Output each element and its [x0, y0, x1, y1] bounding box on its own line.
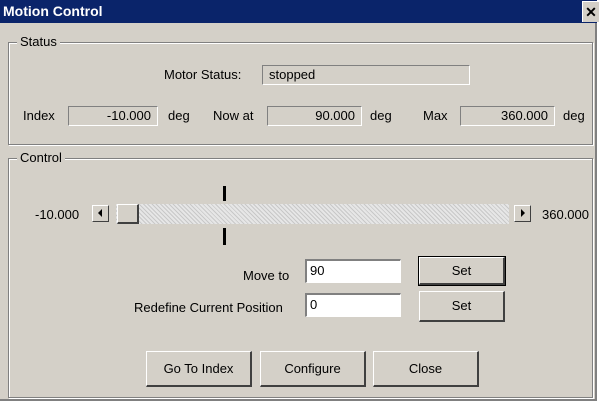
- scroll-left-arrow-icon: [98, 209, 102, 217]
- close-button[interactable]: Close: [373, 351, 479, 387]
- configure-button[interactable]: Configure: [260, 351, 366, 387]
- max-field: 360.000: [460, 106, 555, 126]
- redefine-position-label: Redefine Current Position: [134, 300, 283, 315]
- now-at-label: Now at: [213, 108, 254, 123]
- title-bar[interactable]: Motion Control ✕: [0, 0, 599, 23]
- now-at-unit-label: deg: [370, 108, 392, 123]
- scroll-right-button[interactable]: [514, 205, 531, 222]
- scroll-right-arrow-icon: [521, 209, 525, 217]
- position-slider-track[interactable]: [116, 204, 509, 224]
- move-to-label: Move to: [243, 268, 290, 283]
- close-icon[interactable]: ✕: [582, 1, 599, 22]
- current-position-marker-bottom: [223, 228, 226, 245]
- move-to-input[interactable]: 90: [305, 259, 401, 283]
- window-title: Motion Control: [3, 3, 103, 19]
- motion-control-window: Motion Control ✕ Status Motor Status: st…: [0, 0, 599, 401]
- now-at-field: 90.000: [267, 106, 362, 126]
- current-position-marker-top: [223, 186, 226, 201]
- slider-min-label: -10.000: [35, 207, 80, 222]
- position-slider-thumb[interactable]: [117, 204, 139, 224]
- status-group: Status: [8, 34, 593, 145]
- redefine-set-button[interactable]: Set: [419, 291, 505, 322]
- motor-status-field: stopped: [262, 65, 470, 85]
- index-unit-label: deg: [168, 108, 190, 123]
- index-field: -10.000: [68, 106, 158, 126]
- go-to-index-button[interactable]: Go To Index: [146, 351, 252, 387]
- index-label: Index: [23, 108, 55, 123]
- max-unit-label: deg: [563, 108, 585, 123]
- scroll-left-button[interactable]: [92, 205, 109, 222]
- control-group-label: Control: [17, 150, 65, 165]
- slider-max-label: 360.000: [542, 207, 589, 222]
- move-to-set-button[interactable]: Set: [418, 256, 506, 286]
- redefine-position-input[interactable]: 0: [305, 293, 401, 317]
- status-group-label: Status: [17, 34, 60, 49]
- max-label: Max: [423, 108, 448, 123]
- motor-status-label: Motor Status:: [164, 67, 242, 82]
